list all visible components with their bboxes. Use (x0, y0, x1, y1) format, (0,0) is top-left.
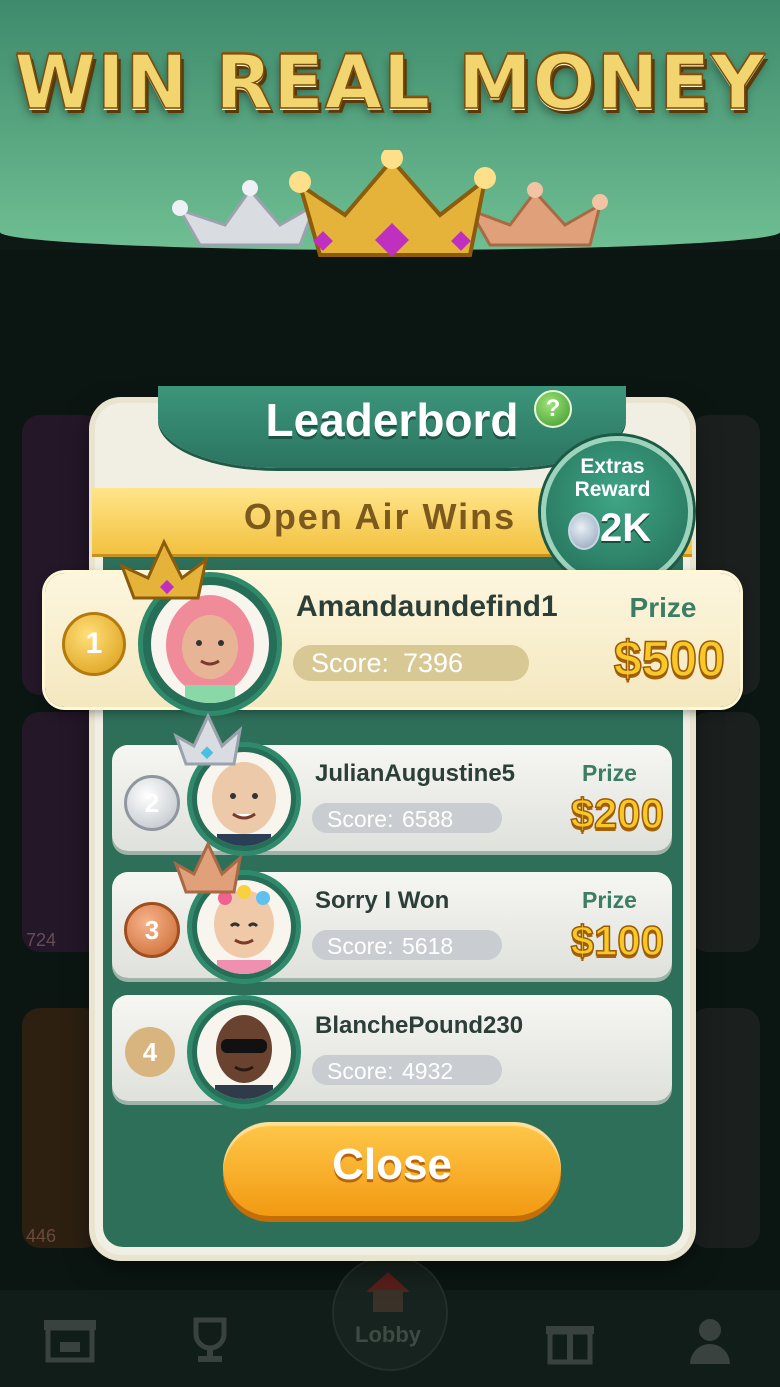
rank-badge: 4 (125, 1027, 175, 1077)
score-value: 5618 (402, 933, 454, 959)
prize-label: Prize (629, 592, 697, 623)
score-label: Score: (327, 1058, 394, 1084)
silver-coin-icon (568, 512, 600, 550)
score-bar: Score: 5618 (312, 930, 502, 960)
rank-badge: 2 (124, 775, 180, 831)
score-label: Score: (327, 933, 394, 959)
player-name: Amandaundefind1 (296, 590, 558, 623)
reward-value: 2K (600, 506, 652, 550)
rank-badge: 1 (62, 612, 126, 676)
rank-badge: 3 (124, 902, 180, 958)
help-icon[interactable]: ? (534, 390, 572, 428)
gold-crown-icon (118, 536, 210, 606)
prize-amount: $500 (613, 630, 726, 688)
bronze-crown-icon (172, 840, 244, 898)
profile-icon[interactable] (680, 1310, 740, 1370)
lobby-label: Lobby (355, 1322, 421, 1347)
background-card (22, 1008, 102, 1248)
home-icon (362, 1268, 414, 1316)
score-bar: Score: 4932 (312, 1055, 502, 1085)
score-label: Score: (327, 806, 394, 832)
score-value: 7396 (403, 648, 464, 678)
close-button-label: Close (332, 1140, 452, 1189)
avatar (197, 1005, 291, 1099)
score-value: 6588 (402, 806, 454, 832)
score-label: Score: (311, 648, 390, 678)
prize-amount: $200 (570, 789, 665, 838)
background-card-count: 724 (26, 930, 57, 950)
prize-label: Prize (582, 887, 637, 913)
background-card-count: 446 (26, 1226, 57, 1246)
prize-label: Prize (582, 760, 637, 786)
silver-crown-icon (172, 712, 244, 770)
background-card (690, 1008, 760, 1248)
crowns-illustration (170, 147, 610, 265)
store-icon[interactable] (40, 1310, 100, 1370)
gift-icon[interactable] (540, 1310, 600, 1370)
score-bar: Score: 7396 (293, 645, 529, 681)
score-value: 4932 (402, 1058, 454, 1084)
leaderboard-subtitle: Open Air Wins (243, 496, 517, 537)
background-card (690, 712, 760, 952)
player-name: Sorry I Won (315, 887, 450, 914)
promo-headline: WIN REAL MONEY (14, 39, 766, 127)
background-card (22, 712, 102, 952)
score-bar: Score: 6588 (312, 803, 502, 833)
reward-label: Extras Reward (574, 455, 651, 501)
player-name: JulianAugustine5 (315, 760, 516, 787)
player-name: BlanchePound230 (315, 1012, 524, 1039)
prize-amount: $100 (570, 916, 665, 965)
trophy-icon[interactable] (180, 1310, 240, 1370)
